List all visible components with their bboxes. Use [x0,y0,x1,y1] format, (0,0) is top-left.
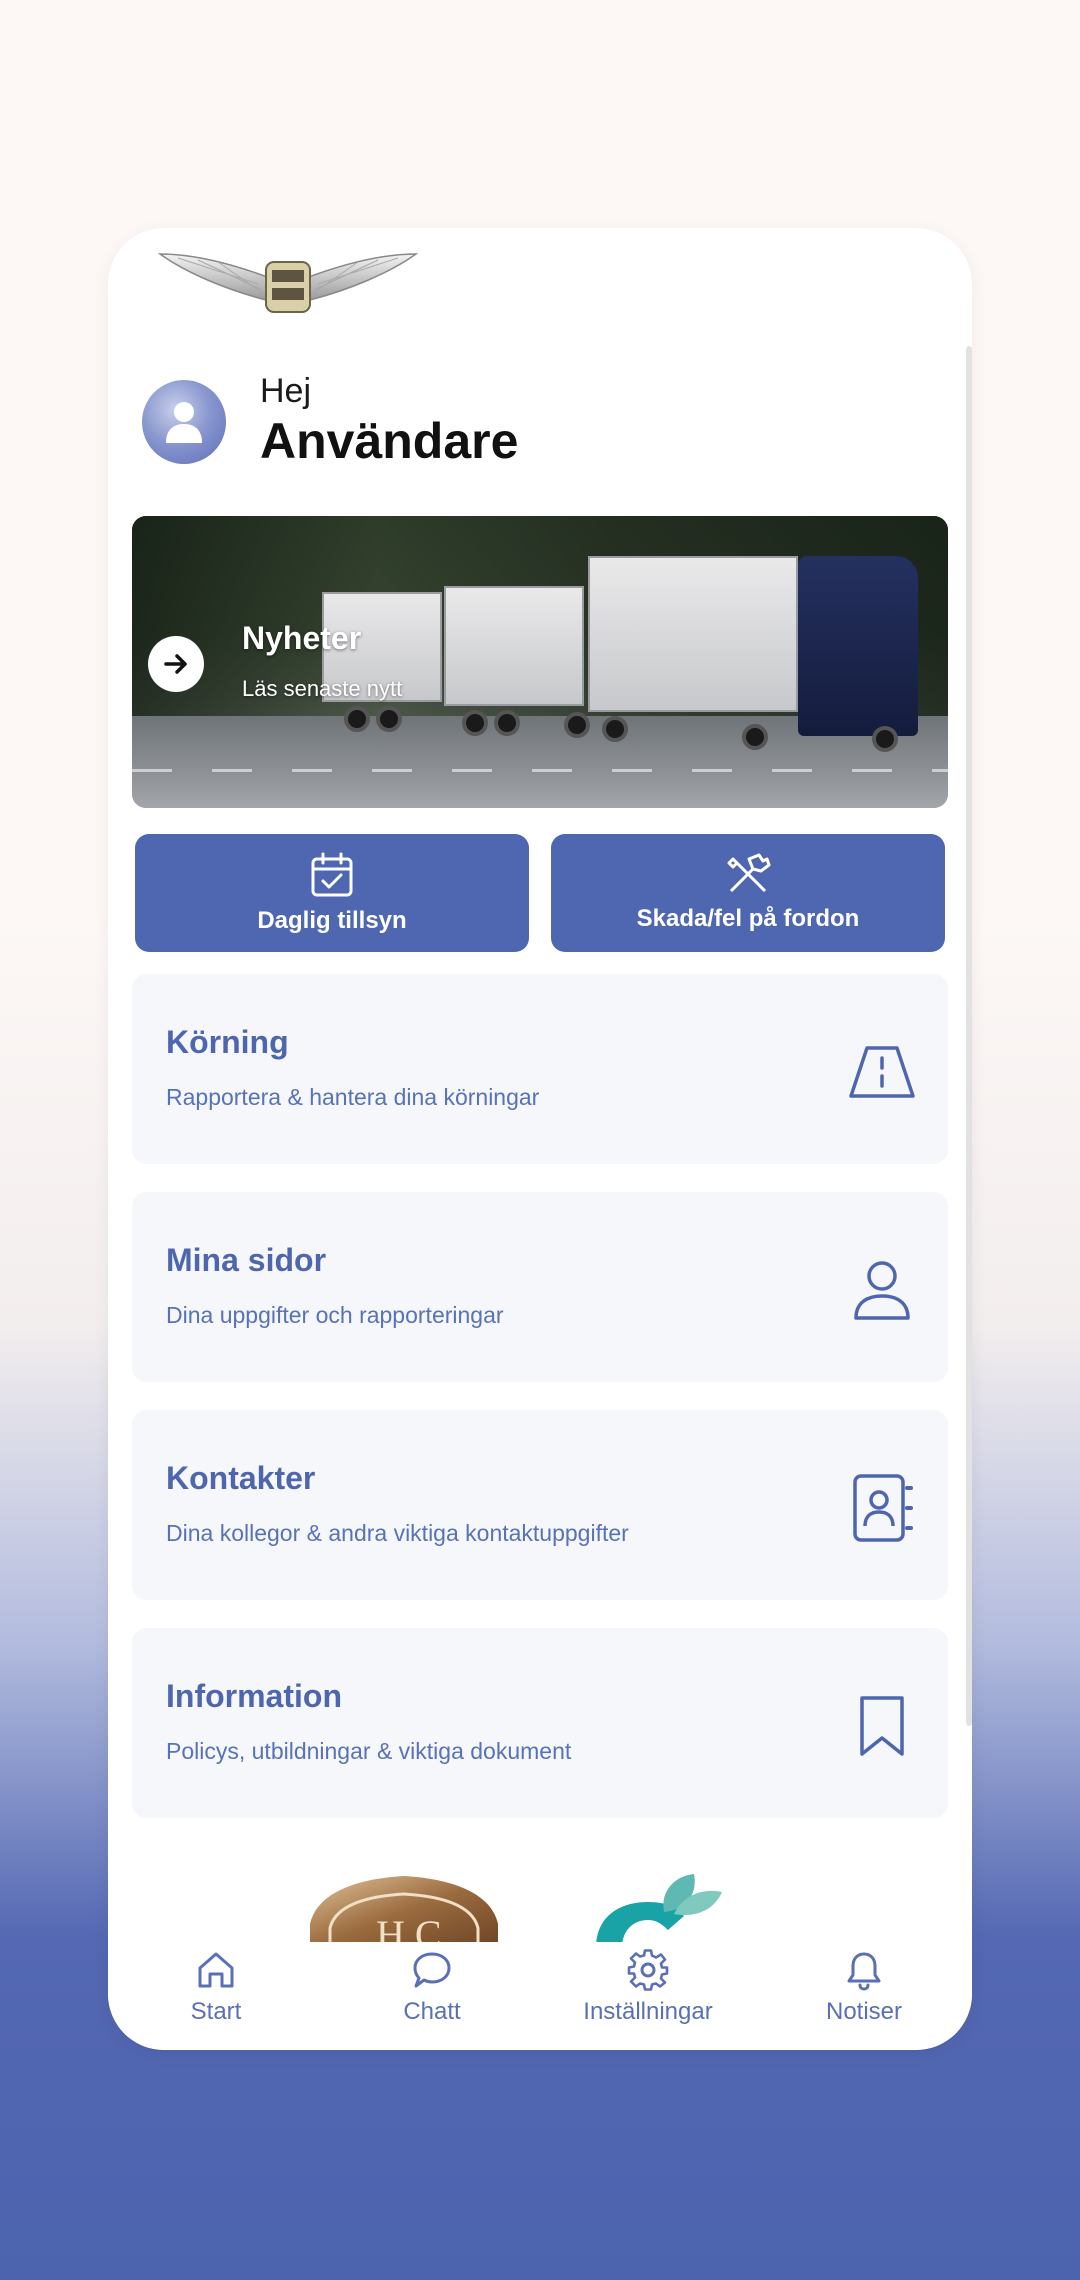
bottom-tab-bar: Start Chatt Inställningar Notiser [108,1942,972,2050]
bell-icon [847,1952,881,1991]
card-title: Kontakter [166,1460,316,1496]
news-subtitle: Läs senaste nytt [242,676,403,701]
partner-logos: H C [108,1868,972,1948]
tab-notiser[interactable]: Notiser [756,1948,972,2038]
scrollbar-track [966,346,972,1726]
card-title: Mina sidor [166,1242,327,1278]
tab-label: Inställningar [583,1998,713,2025]
menu-card-information[interactable]: Information Policys, utbildningar & vikt… [132,1628,948,1818]
gear-icon [627,1949,669,1991]
tab-label: Start [190,1998,242,2025]
bookmark-icon [846,1690,918,1762]
tab-start[interactable]: Start [108,1948,324,2038]
card-subtitle: Rapportera & hantera dina körningar [166,1084,540,1110]
vehicle-damage-label: Skada/fel på fordon [636,905,860,932]
calendar-check-icon [311,852,353,897]
menu-card-mina-sidor[interactable]: Mina sidor Dina uppgifter och rapporteri… [132,1192,948,1382]
card-subtitle: Policys, utbildningar & viktiga dokument [166,1738,572,1764]
vehicle-damage-button[interactable]: Skada/fel på fordon [551,834,945,952]
contact-book-icon [846,1472,918,1544]
chat-icon [413,1952,451,1988]
user-avatar-icon [166,402,202,443]
road-icon [846,1036,918,1108]
menu-card-kontakter[interactable]: Kontakter Dina kollegor & andra viktiga … [132,1410,948,1600]
card-title: Information [166,1678,342,1714]
tab-installningar[interactable]: Inställningar [540,1948,756,2038]
user-icon [846,1254,918,1326]
menu-card-korning[interactable]: Körning Rapportera & hantera dina körnin… [132,974,948,1164]
arrow-right-icon[interactable] [148,636,204,692]
user-name: Användare [260,413,519,469]
tools-icon [727,853,771,893]
daily-inspection-label: Daglig tillsyn [257,907,407,934]
company-logo [158,253,418,313]
tab-label: Chatt [403,1998,461,2025]
card-subtitle: Dina uppgifter och rapporteringar [166,1302,504,1328]
tab-label: Notiser [825,1998,903,2025]
card-subtitle: Dina kollegor & andra viktiga kontaktupp… [166,1520,629,1546]
greeting-label: Hej [260,372,312,410]
daily-inspection-button[interactable]: Daglig tillsyn [135,834,529,952]
avatar[interactable] [142,380,226,464]
home-icon [198,1952,234,1988]
tab-chatt[interactable]: Chatt [324,1948,540,2038]
card-title: Körning [166,1024,289,1060]
news-banner[interactable]: Nyheter Läs senaste nytt [132,516,948,808]
news-title: Nyheter [242,620,362,656]
app-screen: Hej Användare Nyheter Läs senaste nytt D… [108,228,972,2050]
